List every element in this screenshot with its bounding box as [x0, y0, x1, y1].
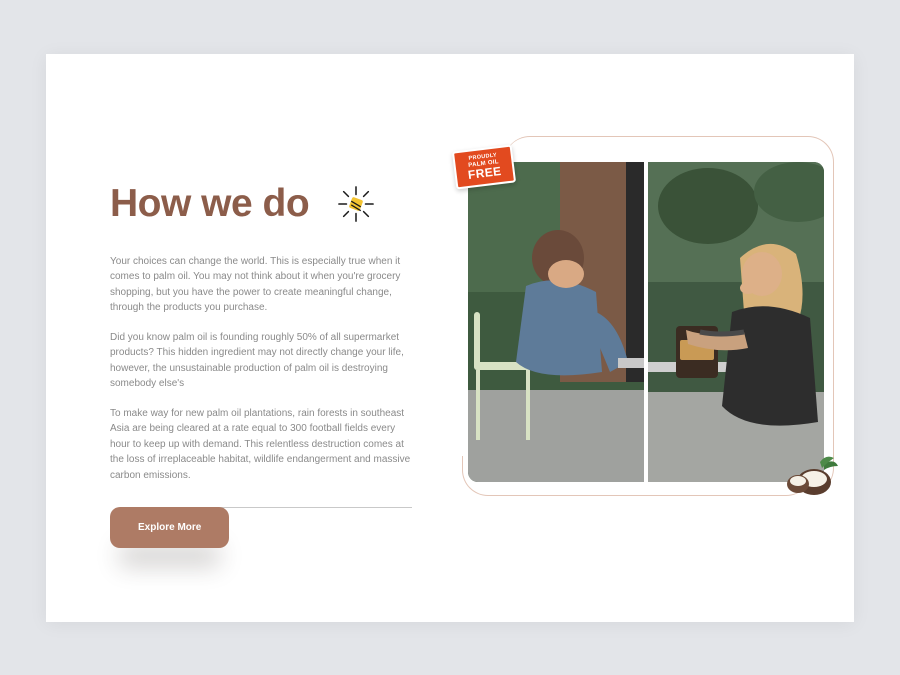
body-copy: Your choices can change the world. This …: [110, 254, 416, 484]
palm-oil-free-badge: PROUDLY PALM OIL FREE: [452, 144, 516, 189]
section-heading: How we do: [110, 182, 309, 226]
paragraph: Did you know palm oil is founding roughl…: [110, 330, 416, 392]
coconut-icon: [784, 454, 840, 496]
badge-line: FREE: [467, 164, 502, 180]
image-panel: PROUDLY PALM OIL FREE: [468, 162, 824, 482]
heading-row: How we do: [110, 182, 416, 226]
paragraph: Your choices can change the world. This …: [110, 254, 416, 316]
photo-diptych: [468, 162, 824, 482]
marketing-section: How we do: [46, 54, 854, 622]
lifestyle-photo-left: [468, 162, 644, 482]
sparkle-icon: [337, 185, 375, 223]
paragraph: To make way for new palm oil plantations…: [110, 406, 416, 484]
text-column: How we do: [110, 182, 416, 549]
explore-more-button[interactable]: Explore More: [110, 507, 229, 548]
lifestyle-photo-right: [648, 162, 824, 482]
